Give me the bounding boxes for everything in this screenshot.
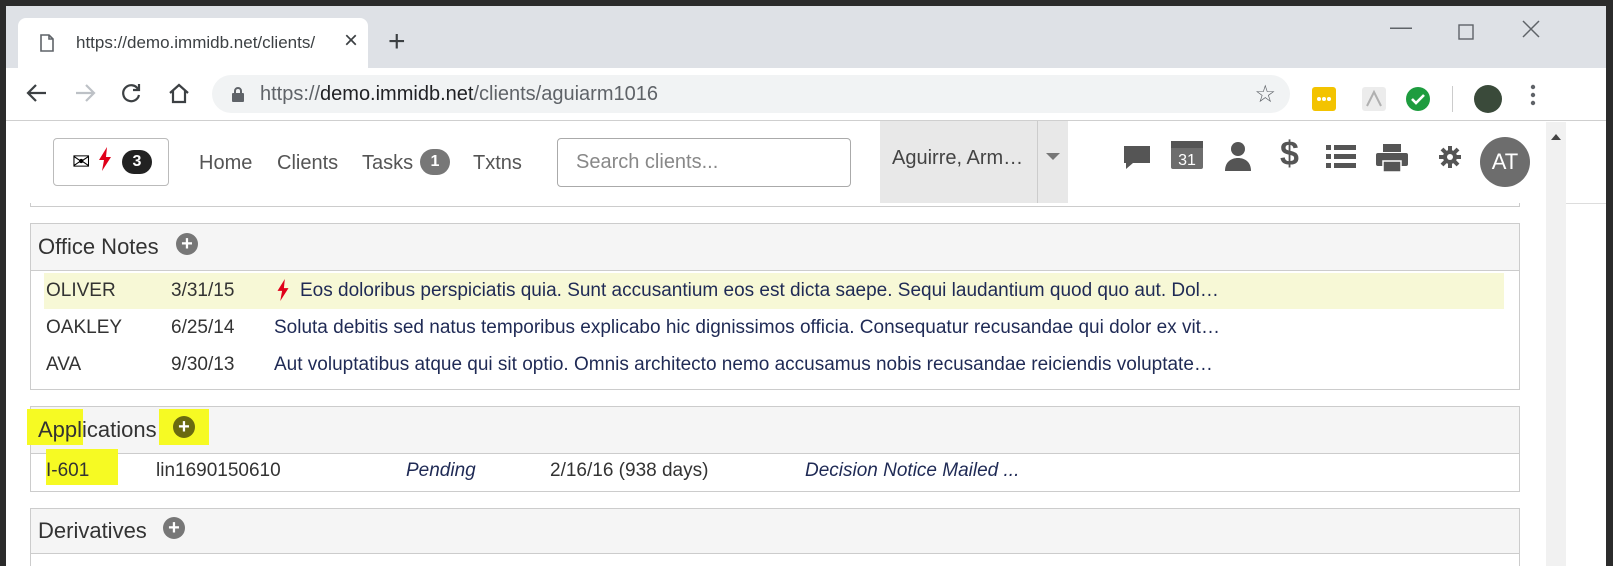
tasks-count-badge: 1 (420, 149, 450, 175)
list-item[interactable]: OAKLEY 6/25/14 Soluta debitis sed natus … (44, 310, 1504, 346)
note-date: 6/25/14 (171, 317, 235, 338)
minimize-icon[interactable]: — (1390, 14, 1412, 40)
browser-menu-icon[interactable] (1530, 84, 1536, 111)
lightning-icon (276, 279, 290, 307)
client-select-divider (1037, 121, 1038, 203)
tab-strip: https://demo.immidb.net/clients/ × + — (6, 6, 1606, 68)
list-item[interactable]: OLIVER 3/31/15 Eos doloribus perspiciati… (44, 273, 1504, 309)
derivatives-title: Derivatives (38, 518, 147, 543)
close-window-icon[interactable] (1522, 18, 1540, 44)
list-item[interactable]: AVA 9/30/13 Aut voluptatibus atque qui s… (44, 347, 1504, 383)
avatar[interactable]: AT (1480, 137, 1530, 187)
note-author: OAKLEY (46, 317, 123, 338)
application-status: Pending (406, 460, 476, 481)
chat-icon[interactable] (1122, 143, 1152, 178)
page-icon (40, 34, 54, 57)
tab-title: https://demo.immidb.net/clients/ (76, 33, 316, 52)
password-extension-icon[interactable] (1312, 87, 1336, 111)
bookmark-star-icon[interactable]: ☆ (1254, 80, 1276, 109)
profile-avatar-icon[interactable] (1474, 85, 1502, 113)
add-office-note-icon[interactable]: + (176, 233, 198, 255)
reload-icon[interactable] (120, 82, 142, 109)
maximize-icon[interactable] (1458, 20, 1474, 46)
browser-window: https://demo.immidb.net/clients/ × + — h… (6, 6, 1606, 566)
browser-tab[interactable]: https://demo.immidb.net/clients/ × (18, 18, 368, 68)
lightning-icon (98, 147, 112, 178)
application-receipt: lin1690150610 (156, 460, 281, 481)
application-date: 2/16/16 (938 days) (550, 460, 709, 481)
client-select[interactable]: Aguirre, Arm… (880, 121, 1068, 203)
add-application-icon[interactable]: + (173, 416, 195, 438)
lock-icon (232, 87, 244, 107)
nav-txtns[interactable]: Txtns (473, 152, 522, 175)
close-tab-icon[interactable]: × (344, 29, 358, 53)
applications-panel: Applications + I-601 lin1690150610 Pendi… (27, 406, 1520, 492)
app-navbar: ✉ 3 Home Clients Tasks 1 Txtns Aguirre, … (6, 121, 1606, 204)
inbox-count-badge: 3 (122, 150, 152, 174)
derivatives-header: Derivatives + (31, 509, 1519, 554)
calendar-icon[interactable]: 31 (1170, 137, 1204, 176)
nav-home[interactable]: Home (199, 152, 252, 175)
office-notes-header: Office Notes + (31, 224, 1519, 271)
dollar-icon[interactable]: $ (1280, 135, 1299, 174)
note-text: Soluta debitis sed natus temporibus expl… (274, 317, 1220, 338)
gear-icon[interactable] (1438, 145, 1462, 174)
list-icon[interactable] (1326, 143, 1356, 176)
note-text: Aut voluptatibus atque qui sit optio. Om… (274, 354, 1213, 375)
application-form[interactable]: I-601 (46, 460, 89, 482)
note-date: 3/31/15 (171, 280, 235, 301)
back-arrow-icon[interactable] (26, 82, 48, 109)
derivatives-panel: Derivatives + (30, 508, 1520, 566)
envelope-icon: ✉ (72, 149, 91, 174)
forward-arrow-icon[interactable] (74, 82, 96, 109)
scroll-up-icon[interactable] (1551, 134, 1561, 140)
browser-toolbar: https://demo.immidb.net/clients/aguiarm1… (6, 68, 1606, 121)
note-text: Eos doloribus perspiciatis quia. Sunt ac… (300, 280, 1219, 301)
applications-title: Applications (38, 417, 157, 442)
nav-clients[interactable]: Clients (277, 152, 338, 175)
new-tab-button[interactable]: + (388, 27, 406, 57)
chevron-down-icon[interactable] (1046, 153, 1060, 160)
pdf-extension-icon[interactable] (1362, 87, 1386, 111)
applications-header: Applications + (27, 407, 1519, 454)
add-derivative-icon[interactable]: + (163, 517, 185, 539)
url-text: https://demo.immidb.net/clients/aguiarm1… (260, 83, 658, 105)
client-select-value: Aguirre, Arm… (892, 147, 1024, 169)
search-input[interactable] (557, 138, 851, 187)
note-author: AVA (46, 354, 82, 375)
office-notes-title: Office Notes (38, 234, 159, 259)
inbox-button[interactable]: ✉ 3 (53, 138, 169, 186)
note-date: 9/30/13 (171, 354, 235, 375)
user-icon[interactable] (1224, 141, 1252, 176)
checkmark-extension-icon[interactable] (1406, 87, 1430, 111)
toolbar-divider (1452, 86, 1453, 112)
home-icon[interactable] (168, 82, 190, 109)
note-author: OLIVER (46, 280, 116, 301)
scrollbar[interactable] (1546, 122, 1566, 566)
print-icon[interactable] (1376, 143, 1408, 178)
address-bar[interactable]: https://demo.immidb.net/clients/aguiarm1… (212, 75, 1290, 113)
application-last-action: Decision Notice Mailed ... (805, 460, 1020, 481)
previous-panel-bottom (30, 203, 1520, 207)
nav-tasks[interactable]: Tasks (362, 152, 413, 175)
svg-text:31: 31 (1178, 152, 1196, 169)
table-row[interactable]: I-601 lin1690150610 Pending 2/16/16 (938… (44, 449, 1504, 489)
main-content: Office Notes + OLIVER 3/31/15 Eos dolori… (6, 203, 1546, 566)
office-notes-panel: Office Notes + OLIVER 3/31/15 Eos dolori… (30, 223, 1520, 390)
